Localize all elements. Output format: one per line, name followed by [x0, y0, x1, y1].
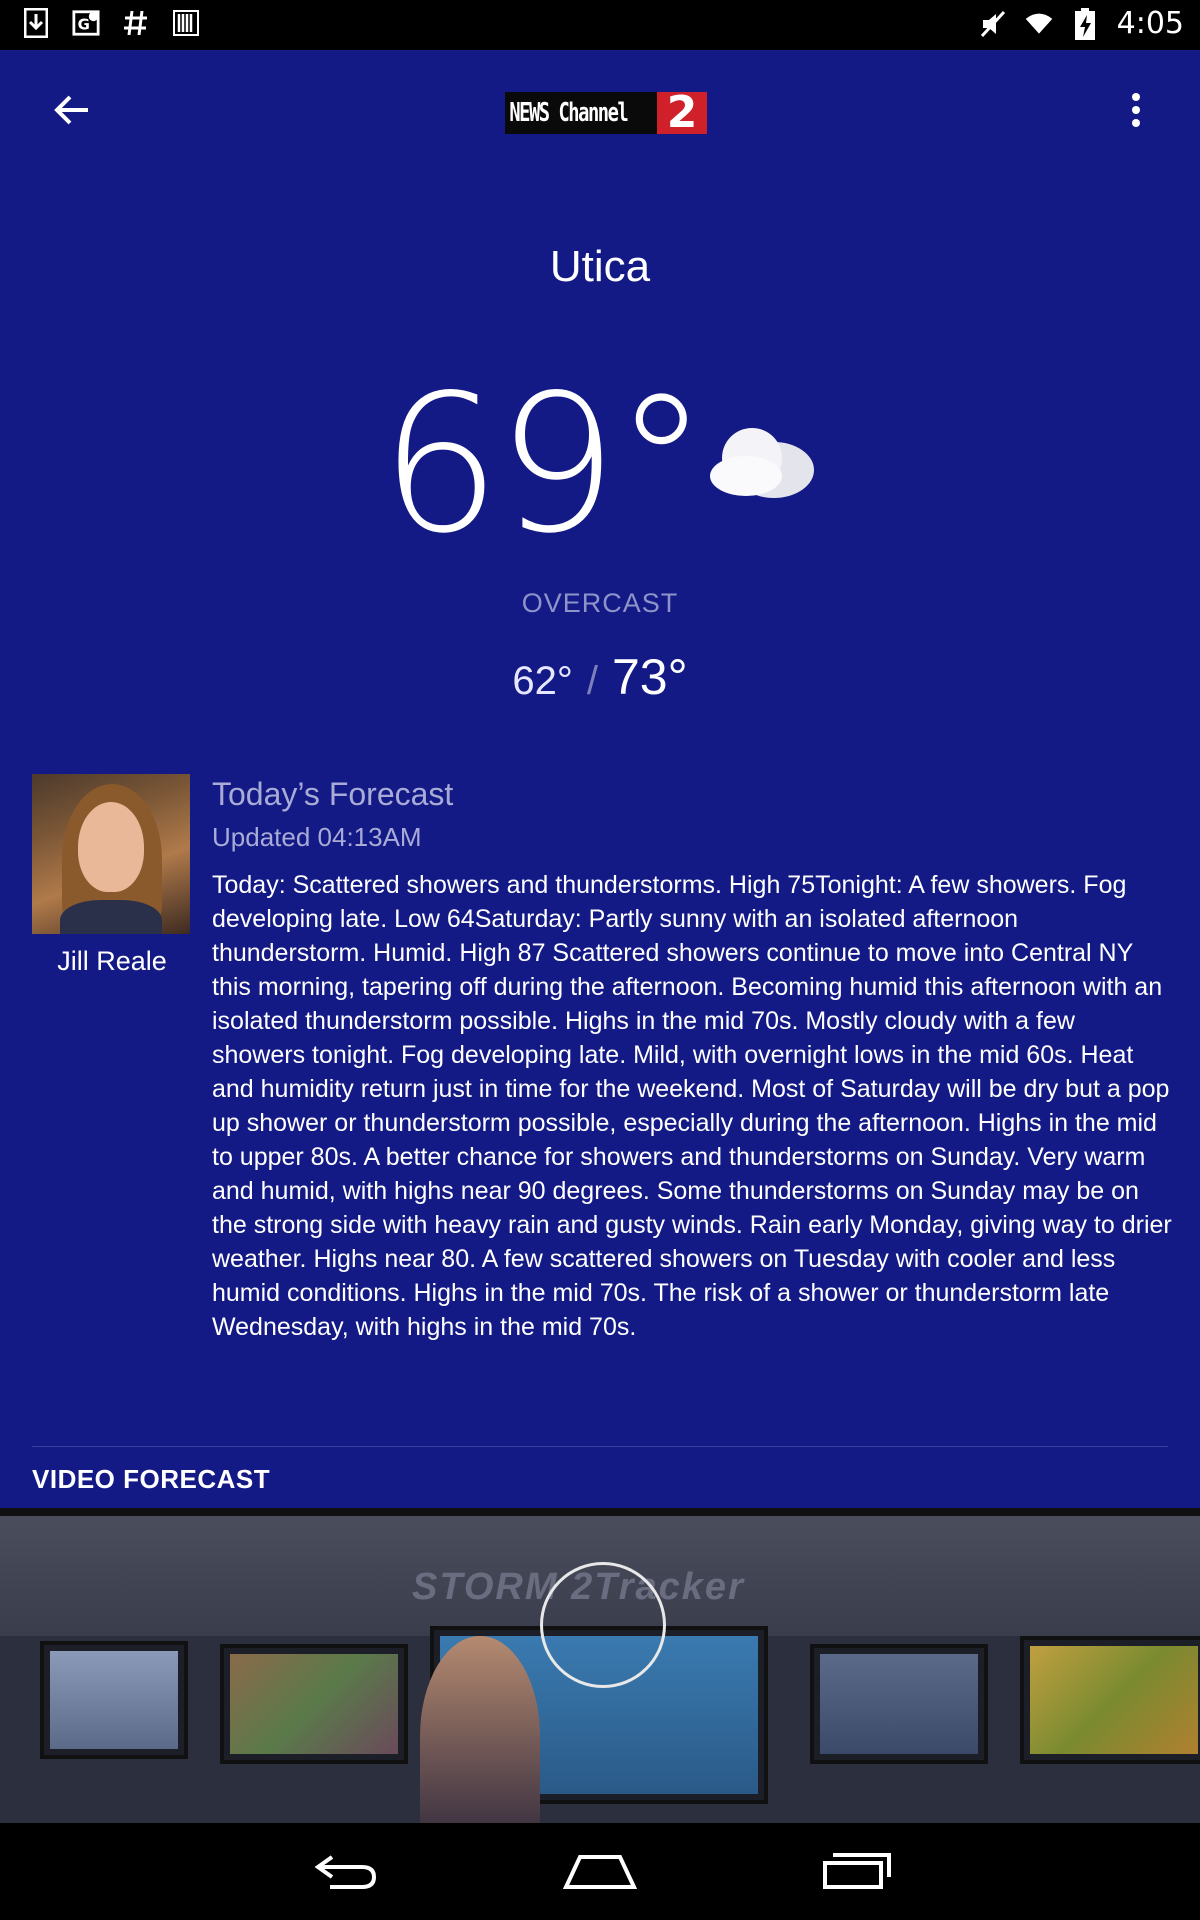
forecast-title: Today’s Forecast: [212, 776, 454, 812]
logo-number: 2: [657, 92, 707, 134]
wifi-icon: [1025, 9, 1053, 39]
clock: 4:05: [1116, 6, 1184, 41]
hashtag-icon: [122, 8, 150, 38]
high-low-temperatures: 62° / 73°: [0, 648, 1200, 706]
download-icon: [22, 8, 50, 38]
meteorologist-photo: [32, 774, 190, 934]
forecast-text: Today: Scattered showers and thunderstor…: [212, 871, 1172, 1341]
nav-home-button[interactable]: [555, 1841, 645, 1901]
news-channel-logo: NEWS Channel 2: [505, 92, 707, 134]
barcode-icon: [172, 8, 200, 38]
status-bar: G 4:05: [0, 0, 1200, 50]
app-toolbar: NEWS Channel 2: [0, 50, 1200, 176]
maps-icon: G: [72, 8, 100, 38]
current-temperature: 69°: [380, 354, 709, 575]
high-temperature: 73°: [612, 649, 688, 705]
low-temperature: 62°: [512, 659, 573, 703]
forecast-updated-time: Updated 04:13AM: [212, 822, 422, 852]
system-navigation-bar: [0, 1823, 1200, 1920]
cloud-icon: [706, 418, 826, 508]
play-button[interactable]: [540, 1562, 666, 1688]
meteorologist-name: Jill Reale: [57, 946, 167, 976]
svg-text:G: G: [78, 16, 90, 34]
weather-condition: OVERCAST: [521, 588, 679, 618]
weather-screen: NEWS Channel 2 Utica 69° OVERCAST 62° / 73…: [0, 50, 1200, 1823]
arrow-left-icon: [54, 95, 88, 125]
nav-recents-button[interactable]: [812, 1841, 902, 1901]
home-icon: [562, 1855, 638, 1889]
recents-icon: [823, 1853, 891, 1889]
city-name: Utica: [549, 242, 651, 291]
back-button[interactable]: [48, 86, 96, 134]
presenter: [420, 1636, 540, 1823]
mute-icon: [979, 9, 1007, 39]
more-vert-icon: [1132, 93, 1140, 127]
temp-separator: /: [586, 659, 598, 703]
video-forecast-heading: VIDEO FORECAST: [32, 1464, 271, 1494]
back-icon: [314, 1855, 377, 1889]
nav-back-button[interactable]: [300, 1841, 390, 1901]
section-divider: [32, 1446, 1168, 1447]
battery-charging-icon: [1071, 7, 1099, 40]
overflow-menu-button[interactable]: [1112, 86, 1160, 134]
